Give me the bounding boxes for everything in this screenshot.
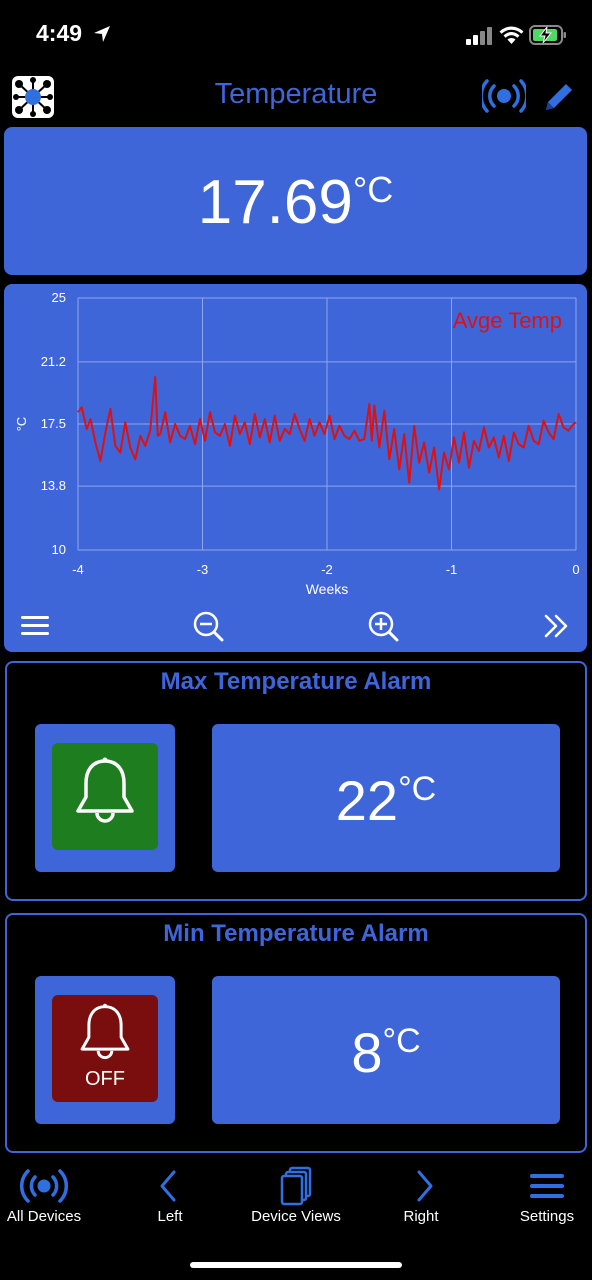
max-alarm-limit-box[interactable]: 22°C (212, 724, 560, 872)
min-alarm-toggle-button[interactable]: OFF (52, 995, 158, 1102)
current-temperature-unit: °C (352, 169, 394, 210)
x-tick-label: 0 (572, 562, 579, 577)
hamburger-menu-icon (530, 1174, 564, 1198)
x-tick-label: -4 (72, 562, 84, 577)
max-alarm-toggle-button[interactable] (52, 743, 158, 850)
nav-all-devices[interactable]: All Devices (0, 1160, 104, 1230)
home-indicator (190, 1262, 402, 1268)
broadcast-icon[interactable] (482, 78, 526, 114)
nav-right[interactable]: Right (361, 1160, 481, 1230)
pencil-icon[interactable] (542, 80, 576, 114)
status-time: 4:49 (36, 20, 83, 46)
y-tick-label: 13.8 (41, 478, 66, 493)
min-alarm-limit: 8°C (212, 1020, 560, 1085)
zoom-out-icon[interactable] (191, 610, 227, 642)
status-bar: 4:49 (0, 0, 592, 70)
min-alarm-toggle-frame: OFF (35, 976, 175, 1124)
min-alarm-title: Min Temperature Alarm (163, 920, 429, 947)
double-chevron-right-icon[interactable] (538, 610, 574, 642)
hamburger-menu-icon[interactable] (18, 610, 54, 642)
bottom-nav: All Devices Left Device Views Right Sett… (0, 1160, 592, 1240)
chevron-right-icon (417, 1170, 433, 1202)
current-temperature-value: 17.69 (197, 168, 353, 237)
battery-charging-icon (529, 25, 566, 45)
nav-left-label: Left (157, 1208, 183, 1225)
min-alarm-state-label: OFF (85, 1068, 125, 1090)
max-alarm-title: Max Temperature Alarm (160, 668, 432, 695)
x-tick-label: -3 (197, 562, 209, 577)
nav-right-label: Right (403, 1208, 439, 1225)
cellular-signal-icon (466, 27, 492, 45)
max-alarm-value: 22 (335, 769, 399, 832)
temperature-chart-panel: 25 21.2 17.5 13.8 10 -4 -3 -2 -1 0 Weeks °C Avge Tem… (4, 284, 587, 652)
min-alarm-value: 8 (351, 1021, 383, 1084)
stacked-pages-icon (280, 1166, 312, 1206)
wifi-icon (499, 26, 524, 44)
x-tick-label: -1 (446, 562, 458, 577)
broadcast-icon (20, 1169, 68, 1203)
max-alarm-limit: 22°C (212, 768, 560, 833)
current-temperature: 17.69°C (4, 167, 587, 238)
temperature-chart[interactable]: 25 21.2 17.5 13.8 10 -4 -3 -2 -1 0 Weeks °C Avge Tem… (4, 284, 587, 604)
legend-label: Avge Temp (453, 308, 562, 333)
y-tick-label: 21.2 (41, 354, 66, 369)
y-axis-label: °C (14, 417, 29, 432)
min-temperature-alarm-card: Min Temperature Alarm OFF 8°C (5, 913, 587, 1153)
current-reading-panel: 17.69°C (4, 127, 587, 275)
nav-device-views-label: Device Views (251, 1208, 341, 1225)
nav-all-devices-label: All Devices (6, 1208, 82, 1225)
nav-settings-label: Settings (519, 1208, 575, 1225)
y-tick-label: 17.5 (41, 416, 66, 431)
x-tick-label: -2 (321, 562, 333, 577)
y-tick-label: 25 (52, 290, 66, 305)
min-alarm-unit: °C (382, 1022, 421, 1060)
x-axis-label: Weeks (306, 581, 349, 597)
y-tick-label: 10 (52, 542, 66, 557)
bell-icon (80, 1003, 130, 1060)
max-temperature-alarm-card: Max Temperature Alarm 22°C (5, 661, 587, 901)
nav-left[interactable]: Left (110, 1160, 230, 1230)
location-arrow-icon (94, 26, 110, 42)
max-alarm-unit: °C (398, 770, 437, 808)
min-alarm-limit-box[interactable]: 8°C (212, 976, 560, 1124)
nav-settings[interactable]: Settings (487, 1160, 592, 1230)
nav-device-views[interactable]: Device Views (236, 1160, 356, 1230)
zoom-in-icon[interactable] (366, 610, 402, 642)
max-alarm-toggle-frame (35, 724, 175, 872)
bell-icon (76, 757, 134, 823)
chevron-left-icon (160, 1170, 176, 1202)
